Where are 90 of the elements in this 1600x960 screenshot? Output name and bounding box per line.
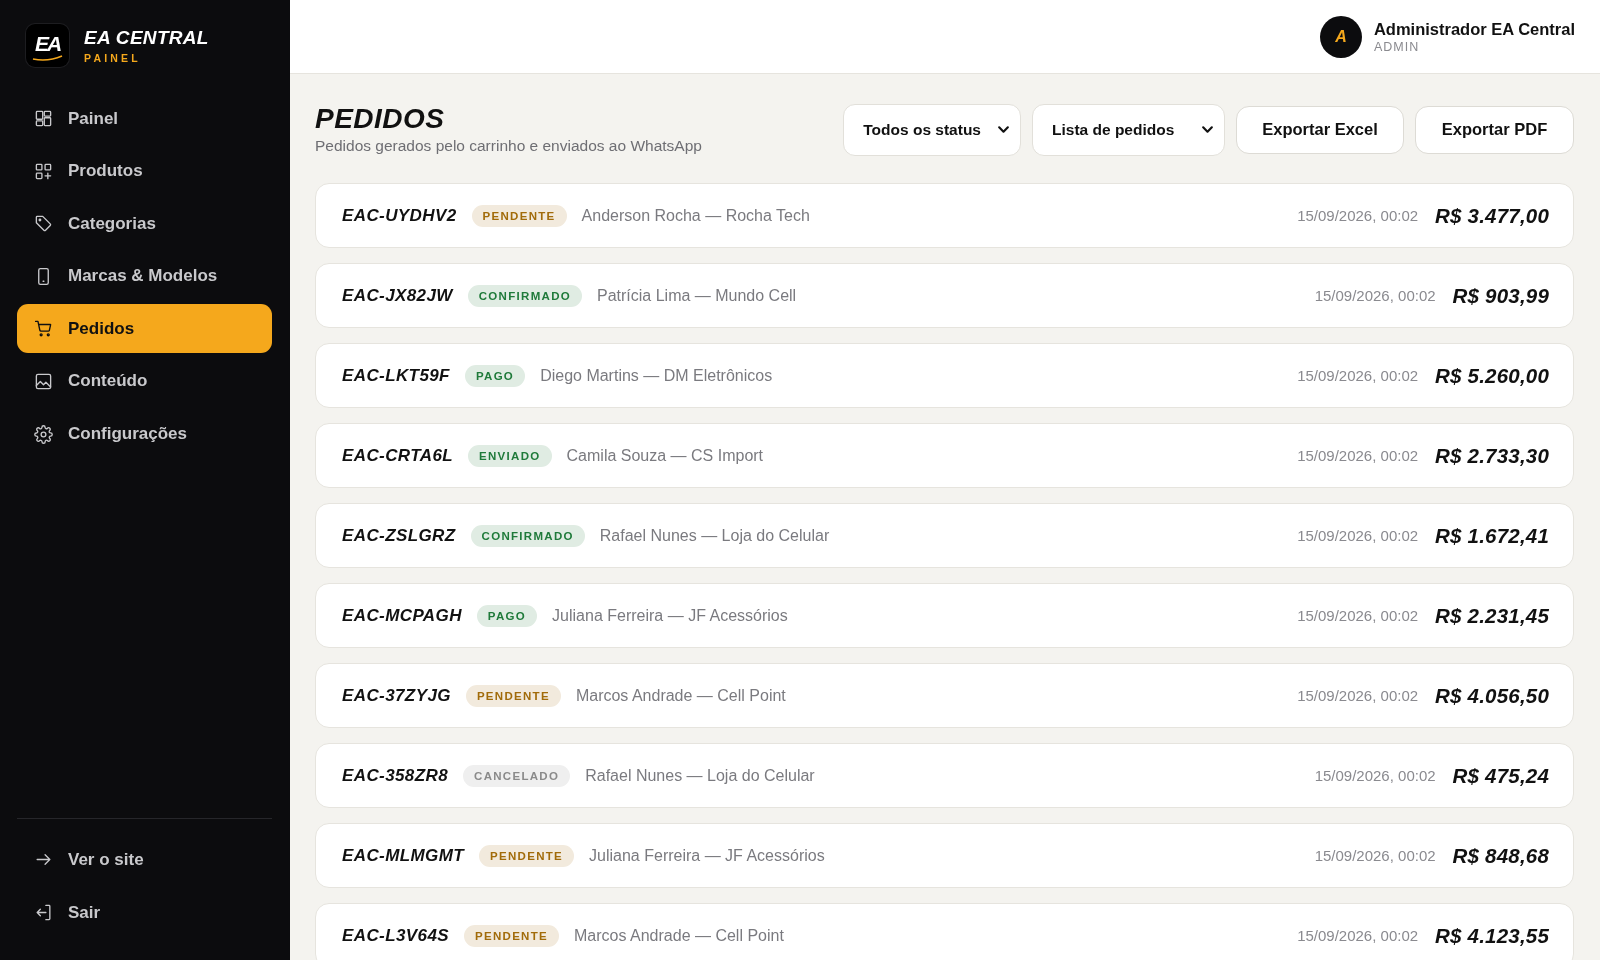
status-tag: ENVIADO xyxy=(468,444,552,467)
order-total: R$ 848,68 xyxy=(1452,843,1549,868)
order-date: 15/09/2026, 00:02 xyxy=(1297,447,1419,464)
cart-icon xyxy=(34,319,53,339)
customer-name: Diego Martins — DM Eletrônicos xyxy=(540,366,773,385)
avatar[interactable]: A xyxy=(1319,15,1362,58)
customer-name: Rafael Nunes — Loja do Celular xyxy=(585,766,815,785)
page-title: PEDIDOS xyxy=(315,103,445,135)
nav-item[interactable]: Ver o site xyxy=(17,835,272,884)
filter-select[interactable]: Todos os status xyxy=(843,103,1021,156)
dashboard-icon xyxy=(34,109,53,128)
order-date: 15/09/2026, 00:02 xyxy=(1297,207,1419,224)
brand-subtitle: PAINEL xyxy=(84,52,141,64)
order-card[interactable]: EAC-MLMGMT PENDENTE Juliana Ferreira — JF Acessórios 15/09/2026, 00:02 R$ 848,68 xyxy=(315,823,1574,888)
tag-icon xyxy=(34,214,53,234)
order-card[interactable]: EAC-37ZYJG PENDENTE Marcos Andrade — Cell Point 15/09/2026, 00:02 R$ 4.056,50 xyxy=(315,663,1574,728)
grid-plus-icon xyxy=(34,161,53,181)
customer-name: Camila Souza — CS Import xyxy=(566,446,764,465)
order-card[interactable]: EAC-ZSLGRZ CONFIRMADO Rafael Nunes — Loja do Celular 15/09/2026, 00:02 R$ 1.672,41 xyxy=(315,503,1574,568)
order-total: R$ 4.056,50 xyxy=(1435,683,1549,708)
order-id: EAC-MLMGMT xyxy=(342,845,465,866)
status-tag: PENDENTE xyxy=(479,844,575,867)
order-total: R$ 1.672,41 xyxy=(1435,523,1549,548)
order-card[interactable]: EAC-JX82JW CONFIRMADO Patrícia Lima — Mundo Cell 15/09/2026, 00:02 R$ 903,99 xyxy=(315,263,1574,328)
status-tag: CONFIRMADO xyxy=(467,284,582,307)
order-id: EAC-ZSLGRZ xyxy=(342,525,456,546)
order-date: 15/09/2026, 00:02 xyxy=(1297,367,1419,384)
nav-item[interactable]: Categorias xyxy=(17,199,272,249)
order-date: 15/09/2026, 00:02 xyxy=(1297,527,1419,544)
order-date: 15/09/2026, 00:02 xyxy=(1314,287,1436,304)
customer-name: Juliana Ferreira — JF Acessórios xyxy=(552,606,788,625)
status-tag: PENDENTE xyxy=(464,924,559,947)
order-total: R$ 4.123,55 xyxy=(1435,923,1549,948)
order-date: 15/09/2026, 00:02 xyxy=(1297,687,1419,704)
order-id: EAC-LKT59F xyxy=(342,365,450,386)
logout-icon xyxy=(34,903,53,922)
status-tag: PENDENTE xyxy=(465,684,561,707)
customer-name: Patrícia Lima — Mundo Cell xyxy=(597,286,797,305)
customer-name: Rafael Nunes — Loja do Celular xyxy=(599,526,830,545)
order-id: EAC-MCPAGH xyxy=(342,605,462,626)
order-date: 15/09/2026, 00:02 xyxy=(1297,927,1419,944)
order-card[interactable]: EAC-L3V64S PENDENTE Marcos Andrade — Cell Point 15/09/2026, 00:02 R$ 4.123,55 xyxy=(315,903,1574,960)
status-tag: CONFIRMADO xyxy=(470,524,585,547)
status-tag: PAGO xyxy=(464,364,526,387)
nav-item[interactable]: Pedidos xyxy=(17,304,272,354)
status-tag: PAGO xyxy=(476,604,538,627)
brand-logo: EA xyxy=(26,24,69,67)
order-card[interactable]: EAC-MCPAGH PAGO Juliana Ferreira — JF Acessórios 15/09/2026, 00:02 R$ 2.231,45 xyxy=(315,583,1574,648)
status-tag: CANCELADO xyxy=(463,764,571,787)
order-card[interactable]: EAC-LKT59F PAGO Diego Martins — DM Eletrônicos 15/09/2026, 00:02 R$ 5.260,00 xyxy=(315,343,1574,408)
order-card[interactable]: EAC-CRTA6L ENVIADO Camila Souza — CS Import 15/09/2026, 00:02 R$ 2.733,30 xyxy=(315,423,1574,488)
brand-title: EA CENTRAL xyxy=(84,27,209,49)
gear-icon xyxy=(34,424,53,444)
order-total: R$ 3.477,00 xyxy=(1435,203,1549,228)
order-date: 15/09/2026, 00:02 xyxy=(1297,607,1419,624)
nav-item[interactable]: Sair xyxy=(17,888,272,937)
user-role: ADMIN xyxy=(1373,39,1420,54)
nav-item[interactable]: Conteúdo xyxy=(17,356,272,406)
export-button[interactable]: Exportar PDF xyxy=(1415,105,1574,154)
page-subtitle: Pedidos gerados pelo carrinho e enviados ao WhatsApp xyxy=(315,137,702,156)
order-id: EAC-UYDHV2 xyxy=(342,205,457,226)
image-icon xyxy=(34,371,53,391)
customer-name: Marcos Andrade — Cell Point xyxy=(574,926,784,945)
nav-item[interactable]: Marcas & Modelos xyxy=(17,251,272,301)
order-date: 15/09/2026, 00:02 xyxy=(1314,847,1436,864)
customer-name: Juliana Ferreira — JF Acessórios xyxy=(589,846,825,865)
order-total: R$ 5.260,00 xyxy=(1435,363,1549,388)
chevron-down-icon xyxy=(997,123,1010,136)
order-total: R$ 475,24 xyxy=(1452,763,1549,788)
order-id: EAC-L3V64S xyxy=(342,925,449,946)
export-button[interactable]: Exportar Excel xyxy=(1236,105,1404,154)
customer-name: Anderson Rocha — Rocha Tech xyxy=(581,206,810,225)
nav-item[interactable]: Painel xyxy=(17,94,272,143)
order-card[interactable]: EAC-UYDHV2 PENDENTE Anderson Rocha — Rocha Tech 15/09/2026, 00:02 R$ 3.477,00 xyxy=(315,183,1574,248)
order-date: 15/09/2026, 00:02 xyxy=(1314,767,1436,784)
order-id: EAC-37ZYJG xyxy=(342,685,451,706)
order-card[interactable]: EAC-358ZR8 CANCELADO Rafael Nunes — Loja do Celular 15/09/2026, 00:02 R$ 475,24 xyxy=(315,743,1574,808)
user-name: Administrador EA Central xyxy=(1373,19,1575,39)
status-tag: PENDENTE xyxy=(471,204,567,227)
order-total: R$ 2.733,30 xyxy=(1435,443,1549,468)
filter-select[interactable]: Lista de pedidos xyxy=(1032,103,1225,156)
order-id: EAC-CRTA6L xyxy=(342,445,454,466)
order-total: R$ 2.231,45 xyxy=(1435,603,1549,628)
order-total: R$ 903,99 xyxy=(1452,283,1549,308)
order-id: EAC-JX82JW xyxy=(342,285,453,306)
order-id: EAC-358ZR8 xyxy=(342,765,449,786)
chevron-down-icon xyxy=(1201,123,1214,136)
customer-name: Marcos Andrade — Cell Point xyxy=(575,686,786,705)
nav-item[interactable]: Produtos xyxy=(17,146,272,196)
nav-item[interactable]: Configurações xyxy=(17,409,272,459)
